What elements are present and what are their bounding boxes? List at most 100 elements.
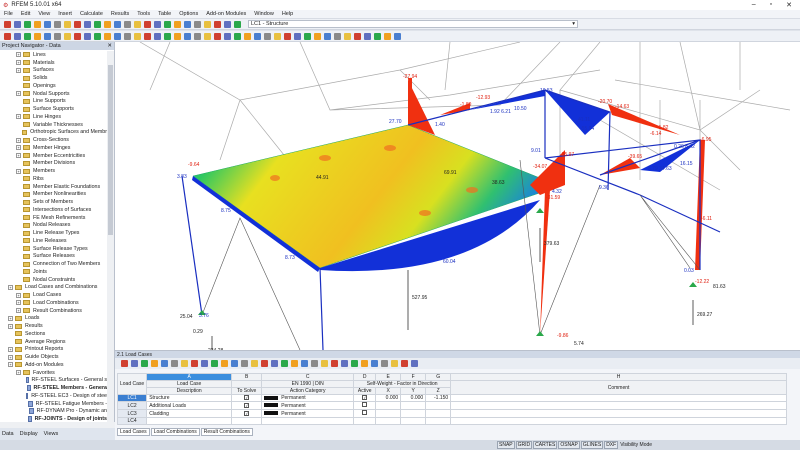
toolbar-button-icon[interactable] [214, 32, 221, 40]
toolbar-button-icon[interactable] [94, 20, 101, 28]
menu-calculate[interactable]: Calculate [80, 11, 103, 17]
toolbar-button-icon[interactable] [291, 360, 298, 367]
toolbar-button-icon[interactable] [341, 360, 348, 367]
toolbar-button-icon[interactable] [411, 360, 418, 367]
expand-icon[interactable]: + [16, 52, 21, 58]
toolbar-button-icon[interactable] [134, 32, 141, 40]
expand-icon[interactable]: + [16, 168, 21, 174]
navigator-item[interactable]: + Member Eccentricities [0, 152, 107, 160]
toolbar-button-icon[interactable] [261, 360, 268, 367]
status-dxf[interactable]: DXF [604, 441, 619, 449]
navigator-item[interactable]: Ribs [0, 175, 107, 183]
toolbar-button-icon[interactable] [361, 360, 368, 367]
tab-result-combinations[interactable]: Result Combinations [200, 428, 253, 436]
col-letter[interactable]: C [261, 373, 355, 381]
col-letter[interactable]: E [375, 373, 402, 381]
status-snap[interactable]: SNAP [497, 441, 515, 449]
toolbar-button-icon[interactable] [181, 360, 188, 367]
toolbar-button-icon[interactable] [384, 32, 391, 40]
expand-icon[interactable]: + [16, 60, 21, 66]
toolbar-button-icon[interactable] [74, 20, 81, 28]
toolbar-button-icon[interactable] [114, 20, 121, 28]
cell-active[interactable] [353, 409, 377, 418]
toolbar-button-icon[interactable] [151, 360, 158, 367]
toolbar-button-icon[interactable] [54, 20, 61, 28]
tab-load-cases[interactable]: Load Cases [117, 428, 150, 436]
toolbar-button-icon[interactable] [184, 32, 191, 40]
toolbar-button-icon[interactable] [171, 360, 178, 367]
navigator-item[interactable]: Nodal Releases [0, 222, 107, 230]
expand-icon[interactable]: + [16, 292, 21, 298]
checkbox[interactable]: ✓ [244, 395, 250, 400]
navigator-item[interactable]: Variable Thicknesses [0, 121, 107, 129]
navigator-item[interactable]: Surface Supports [0, 105, 107, 113]
toolbar-button-icon[interactable] [194, 32, 201, 40]
navigator-item[interactable]: RF-STEEL Surfaces - General s [0, 377, 107, 385]
toolbar-button-icon[interactable] [64, 32, 71, 40]
checkbox[interactable]: ✓ [244, 402, 250, 408]
toolbar-button-icon[interactable] [154, 20, 161, 28]
toolbar-button-icon[interactable] [121, 360, 128, 367]
toolbar-button-icon[interactable] [371, 360, 378, 367]
navigator-item[interactable]: Intersections of Surfaces [0, 206, 107, 214]
toolbar-button-icon[interactable] [141, 360, 148, 367]
cell-y[interactable] [400, 409, 427, 418]
col-letter[interactable]: A [146, 373, 233, 381]
navigator-item[interactable]: RF-STEEL Members - Genera [0, 384, 107, 392]
toolbar-button-icon[interactable] [164, 32, 171, 40]
load-case-select[interactable]: LC1 - Structure ▾ [248, 20, 578, 28]
toolbar-button-icon[interactable] [24, 20, 31, 28]
navigator-item[interactable]: Member Divisions [0, 160, 107, 168]
cell-z[interactable] [425, 401, 452, 410]
toolbar-button-icon[interactable] [251, 360, 258, 367]
minimize-button[interactable]: – [752, 1, 756, 9]
toolbar-button-icon[interactable] [131, 360, 138, 367]
cell-active[interactable] [353, 401, 377, 410]
checkbox[interactable] [362, 402, 368, 407]
navigator-item[interactable]: + Load Cases and Combinations [0, 284, 107, 292]
expand-icon[interactable]: + [8, 323, 13, 329]
cell-active[interactable] [353, 417, 377, 425]
toolbar-button-icon[interactable] [4, 20, 11, 28]
toolbar-button-icon[interactable] [351, 360, 358, 367]
tab-data[interactable]: Data [2, 431, 14, 437]
toolbar-button-icon[interactable] [191, 360, 198, 367]
navigator-item[interactable]: Average Regions [0, 338, 107, 346]
menu-results[interactable]: Results [111, 11, 129, 17]
navigator-item[interactable]: Solids [0, 74, 107, 82]
toolbar-button-icon[interactable] [374, 32, 381, 40]
navigator-item[interactable]: + Result Combinations [0, 307, 107, 315]
toolbar-button-icon[interactable] [304, 32, 311, 40]
navigator-item[interactable]: + Printout Reports [0, 346, 107, 354]
col-letter[interactable]: H [450, 373, 787, 381]
expand-icon[interactable]: + [8, 346, 13, 352]
navigator-item[interactable]: RF-STEEL Fatigue Members - [0, 400, 107, 408]
cell-x[interactable]: 0.000 [375, 394, 402, 402]
3d-model-viewport[interactable]: -27.94 -1.89 -12.93 1.92 6.21 10.50 10.53 27.7… [115, 42, 800, 350]
status-visibility-mode[interactable]: Visibility Mode [619, 442, 653, 448]
cell-x[interactable] [375, 409, 402, 418]
cell-y[interactable] [400, 401, 427, 410]
cell-y[interactable]: 0.000 [400, 394, 427, 402]
toolbar-button-icon[interactable] [144, 32, 151, 40]
checkbox[interactable]: ✓ [244, 410, 250, 416]
table-row[interactable]: LC1 Structure ✓ Permanent ✓ 0.000 0.000 -1.150 [116, 394, 787, 402]
toolbar-button-icon[interactable] [211, 360, 218, 367]
toolbar-button-icon[interactable] [201, 360, 208, 367]
navigator-item[interactable]: Sets of Members [0, 198, 107, 206]
menu-insert[interactable]: Insert [58, 11, 72, 17]
cell-to-solve[interactable]: ✓ [231, 401, 263, 410]
cell-to-solve[interactable]: ✓ [231, 409, 263, 418]
navigator-item[interactable]: Member Elastic Foundations [0, 183, 107, 191]
cell-description[interactable]: Structure [146, 394, 233, 402]
toolbar-button-icon[interactable] [64, 20, 71, 28]
navigator-item[interactable]: FE Mesh Refinements [0, 214, 107, 222]
cell-x[interactable] [375, 401, 402, 410]
expand-icon[interactable]: + [16, 300, 21, 306]
toolbar-button-icon[interactable] [334, 32, 341, 40]
col-letter[interactable]: B [231, 373, 263, 381]
menu-table[interactable]: Table [158, 11, 171, 17]
toolbar-button-icon[interactable] [174, 32, 181, 40]
close-icon[interactable]: ✕ [107, 43, 114, 49]
toolbar-button-icon[interactable] [24, 32, 31, 40]
